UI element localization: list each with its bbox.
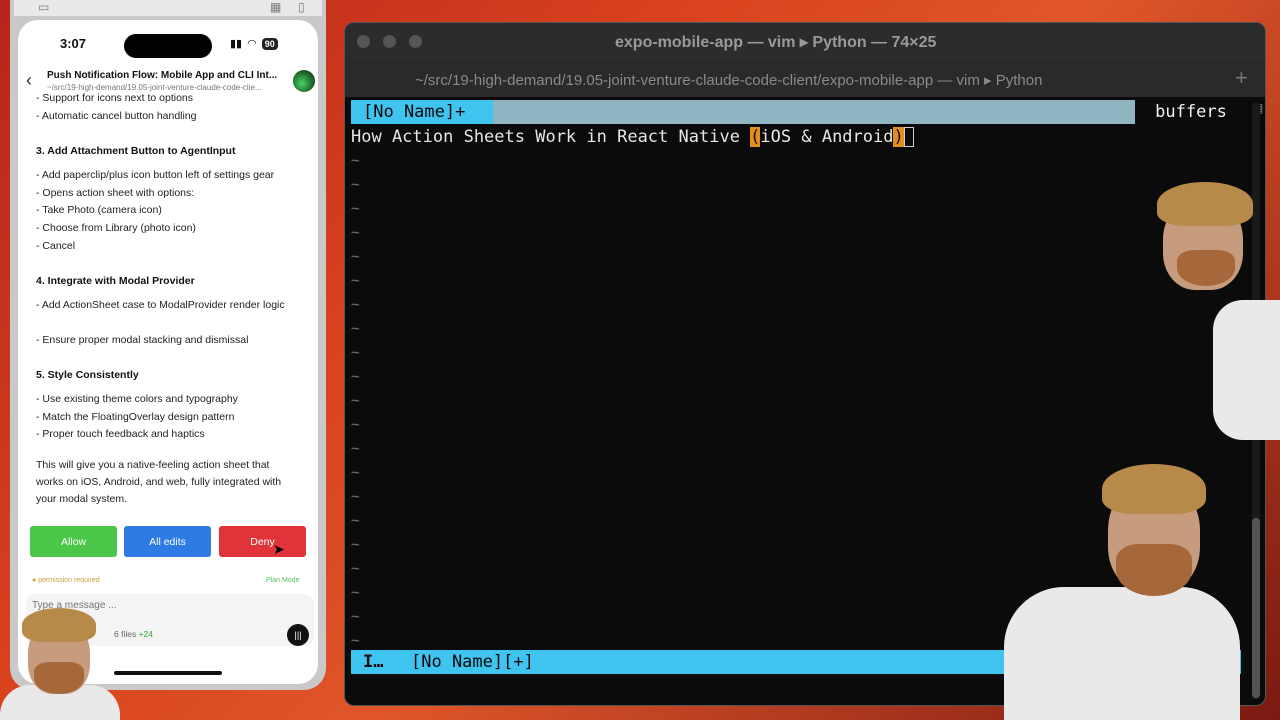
vim-buffers-label: buffers [1135,100,1247,124]
additions-count: +24 [138,629,154,639]
tab-bar: ~/src/19-high-demand/19.05-joint-venture… [345,59,1265,97]
webcam-person-small [0,600,120,720]
session-status-orb[interactable] [293,70,315,92]
message-line: - Ensure proper modal stacking and dismi… [36,334,249,346]
tilde-line: ~ [351,297,360,313]
mirror-toolbar: ▭ ▦ ▯ [14,0,322,16]
message-line: - Proper touch feedback and haptics [36,428,205,440]
deny-button[interactable]: Deny [219,526,306,557]
tilde-line: ~ [351,537,360,553]
tilde-line: ~ [351,465,360,481]
window-title: expo-mobile-app — vim ▸ Python — 74×25 [615,34,937,51]
message-line: - Choose from Library (photo icon) [36,222,196,234]
window-icon[interactable]: ▯ [298,0,305,14]
wifi-icon: ◠ [247,38,257,50]
paren-highlight: ( [750,127,761,147]
webcam-person-main [1004,462,1240,720]
tilde-line: ~ [351,609,360,625]
tilde-line: ~ [351,417,360,433]
message-heading: 5. Style Consistently [36,369,139,381]
permission-label: permission required [38,577,100,584]
message-line: - Opens action sheet with options: [36,187,195,199]
message-line: - Use existing theme colors and typograp… [36,393,238,405]
all-edits-button[interactable]: All edits [124,526,211,557]
vim-buffer-name: [No Name][+] [411,652,534,672]
signal-icon: ▮▮ [230,38,243,50]
paren-highlight: ) [893,127,904,147]
message-line: - Add ActionSheet case to ModalProvider … [36,299,285,311]
status-time: 3:07 [60,36,87,51]
tilde-line: ~ [351,177,360,193]
tilde-line: ~ [351,369,360,385]
tilde-line: ~ [351,321,360,337]
vim-empty-lines: ~ ~ ~ ~ ~ ~ ~ ~ ~ ~ ~ ~ ~ ~ ~ ~ ~ ~ ~ ~ … [351,149,359,653]
tilde-line: ~ [351,561,360,577]
vim-tabline: [No Name]+ buffers [351,100,1247,124]
tilde-line: ~ [351,513,360,529]
chevron-left-icon[interactable]: ‹ [26,70,32,91]
tab-title[interactable]: ~/src/19-high-demand/19.05-joint-venture… [415,71,1042,89]
allow-button[interactable]: Allow [30,526,117,557]
scrollbar-thumb[interactable] [1252,518,1260,698]
permission-status: ● permission required [32,577,100,584]
tilde-line: ~ [351,489,360,505]
voice-icon[interactable]: ||| [287,624,309,646]
tilde-line: ~ [351,273,360,289]
message-line: - Match the FloatingOverlay design patte… [36,411,235,423]
vim-mode: I… [363,652,384,672]
line-text: How Action Sheets Work in React Native [351,127,751,147]
message-line: - Automatic cancel button handling [36,110,197,122]
vim-line-1[interactable]: How Action Sheets Work in React Native (… [351,125,914,149]
new-tab-plus-icon[interactable]: + [1235,65,1248,91]
text-cursor [903,127,914,147]
tilde-line: ~ [351,249,360,265]
message-line: - Take Photo (camera icon) [36,204,162,216]
session-title: Push Notification Flow: Mobile App and C… [47,70,278,81]
tilde-line: ~ [351,225,360,241]
tilde-line: ~ [351,441,360,457]
grid-icon[interactable]: ▦ [270,0,281,14]
message-summary: This will give you a native-feeling acti… [36,459,282,505]
message-heading: 4. Integrate with Modal Provider [36,275,195,287]
vim-tab-active[interactable]: [No Name]+ [351,100,493,124]
maximize-icon[interactable] [409,35,422,48]
dynamic-island [124,34,212,58]
minimize-icon[interactable] [383,35,396,48]
person-icon[interactable]: ▭ [38,0,49,14]
status-icons: ▮▮ ◠ 90 [230,37,278,50]
message-line: - Add paperclip/plus icon button left of… [36,169,275,181]
plan-mode-label[interactable]: Plan Mode [266,577,299,584]
message-line: - Support for icons next to options [36,92,194,104]
status-dot-icon: ● [32,577,37,584]
message-line: - Cancel [36,240,76,252]
close-icon[interactable] [357,35,370,48]
tilde-line: ~ [351,201,360,217]
tilde-line: ~ [351,585,360,601]
tilde-line: ~ [351,393,360,409]
session-path: ~/src/19-high-demand/19.05-joint-venture… [47,83,262,92]
home-indicator [114,671,222,675]
ios-status-bar: 3:07 ▮▮ ◠ 90 [18,34,318,58]
tilde-line: ~ [351,345,360,361]
window-titlebar: expo-mobile-app — vim ▸ Python — 74×25 [345,23,1265,59]
message-heading: 3. Add Attachment Button to AgentInput [36,145,236,157]
tilde-line: ~ [351,153,360,169]
phone-screen: 3:07 ▮▮ ◠ 90 ‹ Push Notification Flow: M… [18,20,318,684]
battery-icon: 90 [261,37,278,50]
mouse-pointer-icon: ➤ [273,541,285,557]
webcam-person-peek [1155,180,1280,440]
line-text: iOS & Android [760,127,894,147]
